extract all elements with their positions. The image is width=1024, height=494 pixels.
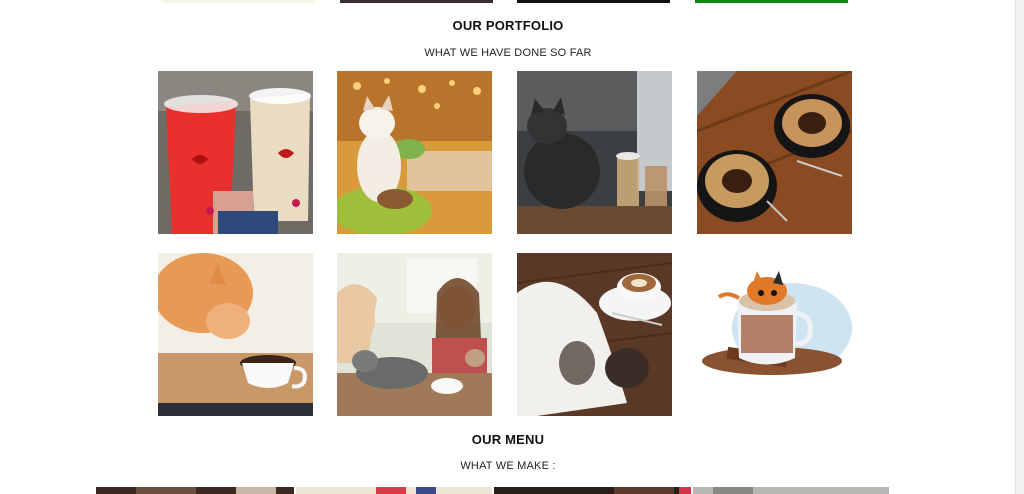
menu-image-3[interactable] — [494, 484, 691, 494]
menu-subheading: WHAT WE MAKE : — [460, 460, 556, 472]
portfolio-image-4[interactable] — [697, 71, 852, 234]
menu-image-4[interactable] — [693, 484, 889, 494]
portfolio-image-2[interactable] — [337, 71, 492, 234]
portfolio-image-3[interactable] — [517, 71, 672, 234]
portfolio-image-7[interactable] — [517, 253, 672, 416]
previous-card-strip-1 — [163, 0, 316, 3]
previous-card-strip-3 — [517, 0, 670, 3]
portfolio-image-8[interactable] — [697, 253, 852, 416]
page-scrollbar[interactable] — [1015, 0, 1024, 494]
portfolio-heading: OUR PORTFOLIO — [452, 18, 564, 33]
portfolio-subheading: WHAT WE HAVE DONE SO FAR — [424, 47, 592, 59]
previous-card-strip-4 — [695, 0, 848, 3]
portfolio-image-5[interactable] — [158, 253, 313, 416]
portfolio-image-1[interactable] — [158, 71, 313, 234]
menu-image-2[interactable] — [296, 484, 492, 494]
menu-image-1[interactable] — [96, 484, 294, 494]
portfolio-image-6[interactable] — [337, 253, 492, 416]
previous-card-strip-2 — [340, 0, 493, 3]
menu-heading: OUR MENU — [471, 432, 545, 447]
